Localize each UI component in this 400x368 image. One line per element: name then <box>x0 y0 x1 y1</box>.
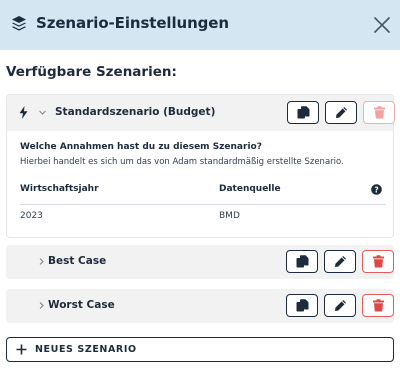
copy-button[interactable] <box>286 250 318 273</box>
trash-icon <box>372 255 384 268</box>
section-title: Verfügbare Szenarien: <box>6 64 177 80</box>
close-icon[interactable] <box>373 16 391 34</box>
chevron-down-icon[interactable] <box>38 108 47 117</box>
chevron-right-icon[interactable] <box>37 301 46 310</box>
scenario-card-best-case[interactable]: Best Case <box>6 245 394 279</box>
new-scenario-label: NEUES SZENARIO <box>35 344 137 355</box>
edit-button[interactable] <box>324 294 356 317</box>
scenario-card-header[interactable]: Standardszenario (Budget) <box>7 95 395 131</box>
table-cell-source: BMD <box>219 211 240 221</box>
copy-icon <box>296 255 308 268</box>
edit-button[interactable] <box>324 250 356 273</box>
help-icon[interactable]: ? <box>371 184 382 195</box>
trash-icon <box>373 106 385 119</box>
delete-button[interactable] <box>362 250 394 273</box>
layers-icon <box>12 16 26 31</box>
plus-icon <box>16 344 27 355</box>
dialog-title: Szenario-Einstellungen <box>36 14 229 32</box>
copy-icon <box>297 106 309 119</box>
table-divider <box>20 204 386 205</box>
pencil-icon <box>335 107 347 118</box>
edit-button[interactable] <box>325 101 357 124</box>
pencil-icon <box>334 256 346 267</box>
scenario-name: Standardszenario (Budget) <box>55 106 216 118</box>
bolt-icon <box>19 106 28 119</box>
copy-button[interactable] <box>286 294 318 317</box>
trash-icon <box>372 299 384 312</box>
delete-button-disabled <box>363 101 395 124</box>
scenario-card-worst-case[interactable]: Worst Case <box>6 289 394 323</box>
table-header-source: Datenquelle <box>219 184 281 194</box>
new-scenario-button[interactable]: NEUES SZENARIO <box>6 337 394 362</box>
scenario-question: Welche Annahmen hast du zu diesem Szenar… <box>20 142 262 152</box>
pencil-icon <box>334 300 346 311</box>
copy-button[interactable] <box>287 101 319 124</box>
scenario-name: Best Case <box>48 255 107 267</box>
scenario-card-default: Standardszenario (Budget) Welche Annahme… <box>6 94 395 238</box>
copy-icon <box>296 299 308 312</box>
scenario-description: Hierbei handelt es sich um das von Adam … <box>20 157 344 167</box>
scenario-name: Worst Case <box>48 299 115 311</box>
chevron-right-icon[interactable] <box>37 257 46 266</box>
table-header-year: Wirtschaftsjahr <box>20 184 99 194</box>
dialog-header: Szenario-Einstellungen <box>0 0 400 50</box>
delete-button[interactable] <box>362 294 394 317</box>
svg-text:?: ? <box>374 185 378 194</box>
table-cell-year: 2023 <box>20 211 43 221</box>
